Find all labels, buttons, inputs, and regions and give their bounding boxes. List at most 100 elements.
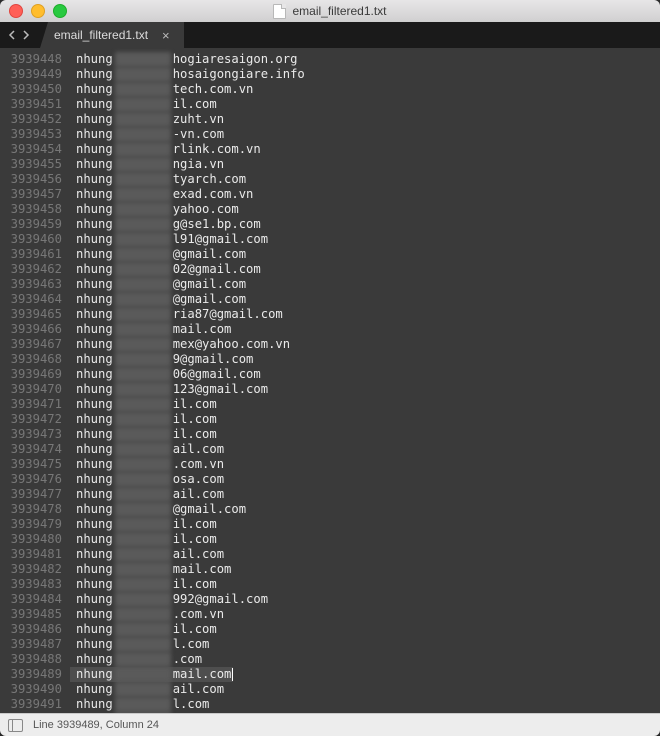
- line-content[interactable]: nhungxxxxxxxail.com: [70, 442, 224, 457]
- line-content[interactable]: nhungxxxxxxx123@gmail.com: [70, 382, 268, 397]
- text-line[interactable]: 3939450nhungxxxxxxxtech.com.vn: [0, 82, 660, 97]
- file-tab[interactable]: email_filtered1.txt ×: [40, 22, 184, 48]
- text-line[interactable]: 3939461nhungxxxxxxx@gmail.com: [0, 247, 660, 262]
- text-line[interactable]: 3939484nhungxxxxxxx992@gmail.com: [0, 592, 660, 607]
- line-content[interactable]: nhungxxxxxxx06@gmail.com: [70, 367, 261, 382]
- text-line[interactable]: 3939462nhungxxxxxxx02@gmail.com: [0, 262, 660, 277]
- line-content[interactable]: nhungxxxxxxxl.com: [70, 637, 209, 652]
- line-content[interactable]: nhungxxxxxxx@gmail.com: [70, 712, 246, 713]
- text-line[interactable]: 3939472nhungxxxxxxxil.com: [0, 412, 660, 427]
- text-line[interactable]: 3939451nhungxxxxxxxil.com: [0, 97, 660, 112]
- text-line[interactable]: 3939475nhungxxxxxxx.com.vn: [0, 457, 660, 472]
- text-line[interactable]: 3939458nhungxxxxxxxyahoo.com: [0, 202, 660, 217]
- text-line[interactable]: 3939489nhungxxxxxxxmail.com: [0, 667, 660, 682]
- text-line[interactable]: 3939476nhungxxxxxxxosa.com: [0, 472, 660, 487]
- text-line[interactable]: 3939452nhungxxxxxxxzuht.vn: [0, 112, 660, 127]
- text-line[interactable]: 3939466nhungxxxxxxxmail.com: [0, 322, 660, 337]
- text-line[interactable]: 3939487nhungxxxxxxxl.com: [0, 637, 660, 652]
- text-line[interactable]: 3939448nhungxxxxxxxhogiaresaigon.org: [0, 52, 660, 67]
- text-line[interactable]: 3939455nhungxxxxxxxngia.vn: [0, 157, 660, 172]
- text-line[interactable]: 3939454nhungxxxxxxxrlink.com.vn: [0, 142, 660, 157]
- text-line[interactable]: 3939456nhungxxxxxxxtyarch.com: [0, 172, 660, 187]
- zoom-window-button[interactable]: [53, 4, 67, 18]
- tab-close-button[interactable]: ×: [162, 29, 170, 42]
- text-line[interactable]: 3939464nhungxxxxxxx@gmail.com: [0, 292, 660, 307]
- line-content[interactable]: nhungxxxxxxxmex@yahoo.com.vn: [70, 337, 290, 352]
- line-content[interactable]: nhungxxxxxxxil.com: [70, 622, 217, 637]
- text-line[interactable]: 3939465nhungxxxxxxxria87@gmail.com: [0, 307, 660, 322]
- line-content[interactable]: nhungxxxxxxx-vn.com: [70, 127, 224, 142]
- text-line[interactable]: 3939488nhungxxxxxxx.com: [0, 652, 660, 667]
- text-line[interactable]: 3939491nhungxxxxxxxl.com: [0, 697, 660, 712]
- text-line[interactable]: 3939459nhungxxxxxxxg@se1.bp.com: [0, 217, 660, 232]
- text-line[interactable]: 3939449nhungxxxxxxxhosaigongiare.info: [0, 67, 660, 82]
- text-line[interactable]: 3939463nhungxxxxxxx@gmail.com: [0, 277, 660, 292]
- text-line[interactable]: 3939490nhungxxxxxxxail.com: [0, 682, 660, 697]
- line-content[interactable]: nhungxxxxxxxg@se1.bp.com: [70, 217, 261, 232]
- text-line[interactable]: 3939469nhungxxxxxxx06@gmail.com: [0, 367, 660, 382]
- text-line[interactable]: 3939457nhungxxxxxxxexad.com.vn: [0, 187, 660, 202]
- close-window-button[interactable]: [9, 4, 23, 18]
- text-line[interactable]: 3939474nhungxxxxxxxail.com: [0, 442, 660, 457]
- text-line[interactable]: 3939479nhungxxxxxxxil.com: [0, 517, 660, 532]
- line-content[interactable]: nhungxxxxxxxexad.com.vn: [70, 187, 253, 202]
- line-content[interactable]: nhungxxxxxxxhosaigongiare.info: [70, 67, 305, 82]
- text-line[interactable]: 3939467nhungxxxxxxxmex@yahoo.com.vn: [0, 337, 660, 352]
- nav-back-button[interactable]: [8, 30, 18, 40]
- line-content[interactable]: nhungxxxxxxx.com.vn: [70, 607, 224, 622]
- text-line[interactable]: 3939480nhungxxxxxxxil.com: [0, 532, 660, 547]
- text-line[interactable]: 3939473nhungxxxxxxxil.com: [0, 427, 660, 442]
- line-content[interactable]: nhungxxxxxxxl.com: [70, 697, 209, 712]
- text-line[interactable]: 3939477nhungxxxxxxxail.com: [0, 487, 660, 502]
- line-content[interactable]: nhungxxxxxxxhogiaresaigon.org: [70, 52, 297, 67]
- text-line[interactable]: 3939485nhungxxxxxxx.com.vn: [0, 607, 660, 622]
- line-content[interactable]: nhungxxxxxxx@gmail.com: [70, 277, 246, 292]
- text-line[interactable]: 3939453nhungxxxxxxx-vn.com: [0, 127, 660, 142]
- text-line[interactable]: 3939460nhungxxxxxxxl91@gmail.com: [0, 232, 660, 247]
- line-content[interactable]: nhungxxxxxxxil.com: [70, 397, 217, 412]
- line-content[interactable]: nhungxxxxxxxil.com: [70, 97, 217, 112]
- line-content[interactable]: nhungxxxxxxxosa.com: [70, 472, 224, 487]
- line-content[interactable]: nhungxxxxxxxil.com: [70, 577, 217, 592]
- text-line[interactable]: 3939482nhungxxxxxxxmail.com: [0, 562, 660, 577]
- line-content[interactable]: nhungxxxxxxxtech.com.vn: [70, 82, 253, 97]
- titlebar[interactable]: email_filtered1.txt: [0, 0, 660, 22]
- text-line[interactable]: 3939483nhungxxxxxxxil.com: [0, 577, 660, 592]
- text-line[interactable]: 3939486nhungxxxxxxxil.com: [0, 622, 660, 637]
- line-content[interactable]: nhungxxxxxxxmail.com: [70, 322, 231, 337]
- redacted-text: xxxxxxx: [115, 607, 171, 622]
- line-content[interactable]: nhungxxxxxxxil.com: [70, 517, 217, 532]
- nav-forward-button[interactable]: [20, 30, 30, 40]
- editor-area[interactable]: 3939448nhungxxxxxxxhogiaresaigon.org3939…: [0, 48, 660, 713]
- line-content[interactable]: nhungxxxxxxx.com: [70, 652, 202, 667]
- line-content[interactable]: nhungxxxxxxxngia.vn: [70, 157, 224, 172]
- text-line[interactable]: 3939470nhungxxxxxxx123@gmail.com: [0, 382, 660, 397]
- line-content[interactable]: nhungxxxxxxx.com.vn: [70, 457, 224, 472]
- line-content[interactable]: nhungxxxxxxxmail.com: [70, 667, 233, 682]
- line-content[interactable]: nhungxxxxxxx@gmail.com: [70, 502, 246, 517]
- line-content[interactable]: nhungxxxxxxxail.com: [70, 487, 224, 502]
- line-content[interactable]: nhungxxxxxxx02@gmail.com: [70, 262, 261, 277]
- line-content[interactable]: nhungxxxxxxxyahoo.com: [70, 202, 239, 217]
- line-content[interactable]: nhungxxxxxxxl91@gmail.com: [70, 232, 268, 247]
- minimize-window-button[interactable]: [31, 4, 45, 18]
- line-content[interactable]: nhungxxxxxxx9@gmail.com: [70, 352, 253, 367]
- line-content[interactable]: nhungxxxxxxxail.com: [70, 547, 224, 562]
- line-content[interactable]: nhungxxxxxxx992@gmail.com: [70, 592, 268, 607]
- line-content[interactable]: nhungxxxxxxxmail.com: [70, 562, 231, 577]
- line-content[interactable]: nhungxxxxxxxail.com: [70, 682, 224, 697]
- line-content[interactable]: nhungxxxxxxxil.com: [70, 427, 217, 442]
- line-content[interactable]: nhungxxxxxxxria87@gmail.com: [70, 307, 283, 322]
- line-content[interactable]: nhungxxxxxxx@gmail.com: [70, 247, 246, 262]
- sidebar-toggle-icon[interactable]: [8, 719, 23, 732]
- line-content[interactable]: nhungxxxxxxxil.com: [70, 532, 217, 547]
- line-content[interactable]: nhungxxxxxxxzuht.vn: [70, 112, 224, 127]
- line-content[interactable]: nhungxxxxxxx@gmail.com: [70, 292, 246, 307]
- text-line[interactable]: 3939481nhungxxxxxxxail.com: [0, 547, 660, 562]
- line-content[interactable]: nhungxxxxxxxrlink.com.vn: [70, 142, 261, 157]
- line-content[interactable]: nhungxxxxxxxtyarch.com: [70, 172, 246, 187]
- line-content[interactable]: nhungxxxxxxxil.com: [70, 412, 217, 427]
- text-line[interactable]: 3939468nhungxxxxxxx9@gmail.com: [0, 352, 660, 367]
- text-line[interactable]: 3939471nhungxxxxxxxil.com: [0, 397, 660, 412]
- text-line[interactable]: 3939478nhungxxxxxxx@gmail.com: [0, 502, 660, 517]
